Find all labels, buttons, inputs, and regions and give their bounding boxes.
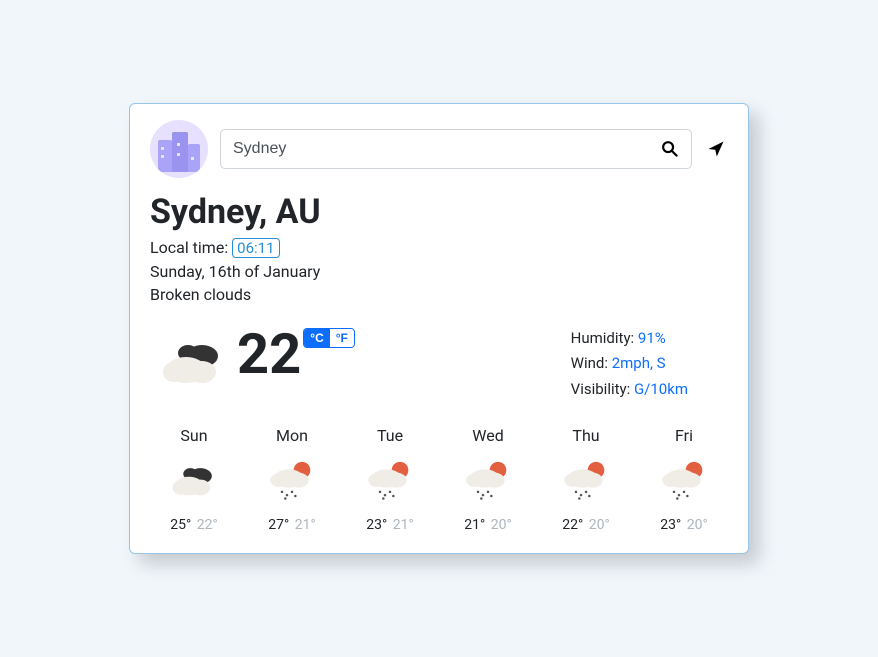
search-icon xyxy=(661,140,678,157)
forecast-day-name: Mon xyxy=(252,426,332,445)
current-temp-block: 22 °C °F xyxy=(235,326,355,382)
rain-sun-icon xyxy=(463,460,513,502)
forecast-lo: 21° xyxy=(393,517,414,533)
details-block: Humidity: 91% Wind: 2mph, S Visibility: … xyxy=(571,326,728,403)
unit-celsius-button[interactable]: °C xyxy=(304,329,329,347)
humidity-value: 91% xyxy=(638,329,666,347)
rain-sun-icon xyxy=(659,460,709,502)
humidity-line: Humidity: 91% xyxy=(571,326,688,352)
visibility-value: G/10km xyxy=(634,380,688,398)
forecast-day-name: Fri xyxy=(644,426,724,445)
forecast-day-temps: 27° 21° xyxy=(252,517,332,533)
wind-line: Wind: 2mph, S xyxy=(571,351,688,377)
forecast-day-temps: 25° 22° xyxy=(154,517,234,533)
search-input[interactable] xyxy=(233,140,659,158)
forecast-day: Mon 27° 21° xyxy=(252,426,332,533)
forecast-day: Fri 23° 20° xyxy=(644,426,724,533)
forecast-hi: 22° xyxy=(562,517,583,533)
current-conditions: 22 °C °F Humidity: 91% Wind: 2mph, S Vis… xyxy=(150,326,728,403)
visibility-line: Visibility: G/10km xyxy=(571,377,688,403)
forecast-lo: 21° xyxy=(295,517,316,533)
rain-sun-icon xyxy=(365,460,415,502)
forecast-day-name: Thu xyxy=(546,426,626,445)
forecast-lo: 22° xyxy=(197,517,218,533)
forecast-day-temps: 23° 21° xyxy=(350,517,430,533)
rain-sun-icon xyxy=(561,460,611,502)
forecast-day: Thu 22° 20° xyxy=(546,426,626,533)
broken-clouds-icon xyxy=(158,338,228,388)
date-line: Sunday, 16th of January xyxy=(150,262,728,281)
forecast-day-icon xyxy=(644,457,724,505)
weather-card: Sydney, AU Local time: 06:11 Sunday, 16t… xyxy=(129,103,749,555)
forecast-day: Wed 21° 20° xyxy=(448,426,528,533)
forecast-hi: 21° xyxy=(464,517,485,533)
forecast-day-name: Wed xyxy=(448,426,528,445)
forecast-hi: 25° xyxy=(170,517,191,533)
locate-button[interactable] xyxy=(704,137,728,161)
forecast-day-icon xyxy=(252,457,332,505)
location-arrow-icon xyxy=(707,140,725,158)
forecast-day-temps: 21° 20° xyxy=(448,517,528,533)
search-row xyxy=(150,120,728,178)
forecast-day-icon xyxy=(546,457,626,505)
forecast-day-name: Sun xyxy=(154,426,234,445)
forecast-day-icon xyxy=(154,457,234,505)
wind-value: 2mph, S xyxy=(612,354,666,372)
unit-toggle: °C °F xyxy=(303,328,355,348)
forecast-row: Sun 25° 22° Mon 27° 21° Tue 23° 21° Wed xyxy=(150,426,728,533)
humidity-label: Humidity: xyxy=(571,329,638,347)
forecast-day: Sun 25° 22° xyxy=(154,426,234,533)
forecast-day-icon xyxy=(350,457,430,505)
forecast-lo: 20° xyxy=(687,517,708,533)
forecast-day: Tue 23° 21° xyxy=(350,426,430,533)
forecast-hi: 27° xyxy=(268,517,289,533)
forecast-lo: 20° xyxy=(589,517,610,533)
local-time-label: Local time: xyxy=(150,238,232,257)
rain-sun-icon xyxy=(267,460,317,502)
local-time-value: 06:11 xyxy=(232,238,279,258)
search-box xyxy=(220,129,692,169)
forecast-day-icon xyxy=(448,457,528,505)
forecast-hi: 23° xyxy=(366,517,387,533)
location-title: Sydney, AU xyxy=(150,192,728,232)
wind-label: Wind: xyxy=(571,354,612,372)
forecast-day-name: Tue xyxy=(350,426,430,445)
forecast-day-temps: 22° 20° xyxy=(546,517,626,533)
visibility-label: Visibility: xyxy=(571,380,634,398)
local-time-line: Local time: 06:11 xyxy=(150,238,728,258)
current-temp: 22 xyxy=(237,326,301,382)
forecast-lo: 20° xyxy=(491,517,512,533)
condition-line: Broken clouds xyxy=(150,285,728,304)
unit-fahrenheit-button[interactable]: °F xyxy=(330,329,354,347)
current-weather-icon xyxy=(150,326,235,388)
forecast-day-temps: 23° 20° xyxy=(644,517,724,533)
broken-clouds-icon xyxy=(169,463,219,499)
city-logo xyxy=(150,120,208,178)
search-button[interactable] xyxy=(659,139,679,159)
forecast-hi: 23° xyxy=(660,517,681,533)
